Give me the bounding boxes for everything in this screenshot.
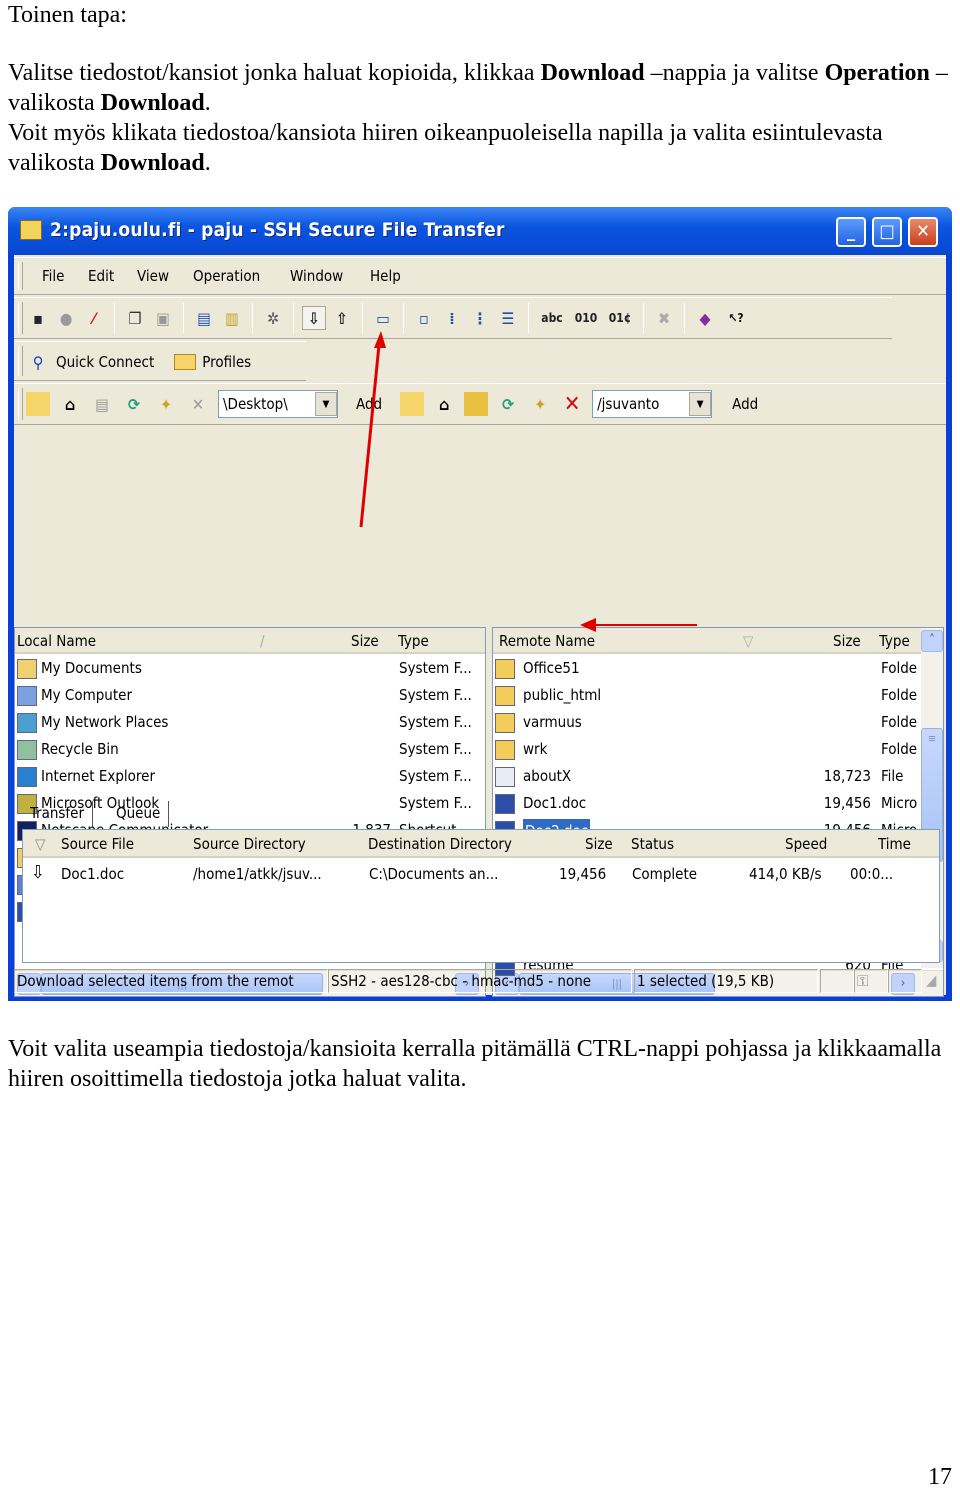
annotation-overlay: [359, 331, 697, 632]
arrowhead-icon: [580, 618, 596, 632]
arrowhead-icon: [374, 331, 386, 348]
paragraph-3: Voit valita useampia tiedostoja/kansioit…: [8, 1036, 942, 1092]
page-number: 17: [928, 1464, 952, 1490]
annotation-arrow-to-download: [359, 344, 381, 528]
